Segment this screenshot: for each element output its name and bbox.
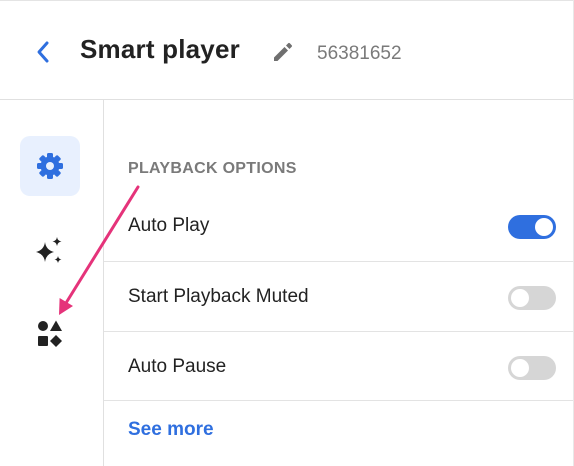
option-label: Start Playback Muted — [128, 286, 309, 307]
toggle-knob — [511, 359, 529, 377]
edit-title-button[interactable] — [270, 39, 296, 65]
pencil-icon — [274, 42, 293, 61]
rail-item-ai[interactable] — [20, 221, 80, 281]
section-title: PLAYBACK OPTIONS — [128, 160, 297, 177]
sparkles-icon — [36, 237, 62, 263]
page-title: Smart player — [80, 34, 240, 64]
chevron-left-icon — [37, 41, 49, 63]
back-button[interactable] — [32, 38, 56, 66]
shapes-icon — [38, 320, 62, 347]
page-header: Smart player 56381652 — [0, 0, 574, 99]
auto-pause-toggle[interactable] — [508, 356, 556, 380]
see-more-link[interactable]: See more — [128, 419, 214, 441]
start-muted-toggle[interactable] — [508, 286, 556, 310]
auto-play-toggle[interactable] — [508, 215, 556, 239]
option-row-auto-pause: Auto Pause — [104, 331, 573, 402]
option-row-auto-play: Auto Play — [104, 191, 573, 261]
see-more-divider — [104, 400, 573, 401]
toggle-knob — [535, 218, 553, 236]
toggle-knob — [511, 289, 529, 307]
gear-icon — [37, 153, 63, 179]
rail-item-settings[interactable] — [20, 136, 80, 196]
option-label: Auto Pause — [128, 356, 227, 377]
player-id: 56381652 — [317, 43, 402, 64]
rail-item-widgets[interactable] — [20, 303, 80, 363]
option-label: Auto Play — [128, 215, 210, 236]
header-divider — [0, 99, 574, 100]
option-row-start-muted: Start Playback Muted — [104, 261, 573, 332]
